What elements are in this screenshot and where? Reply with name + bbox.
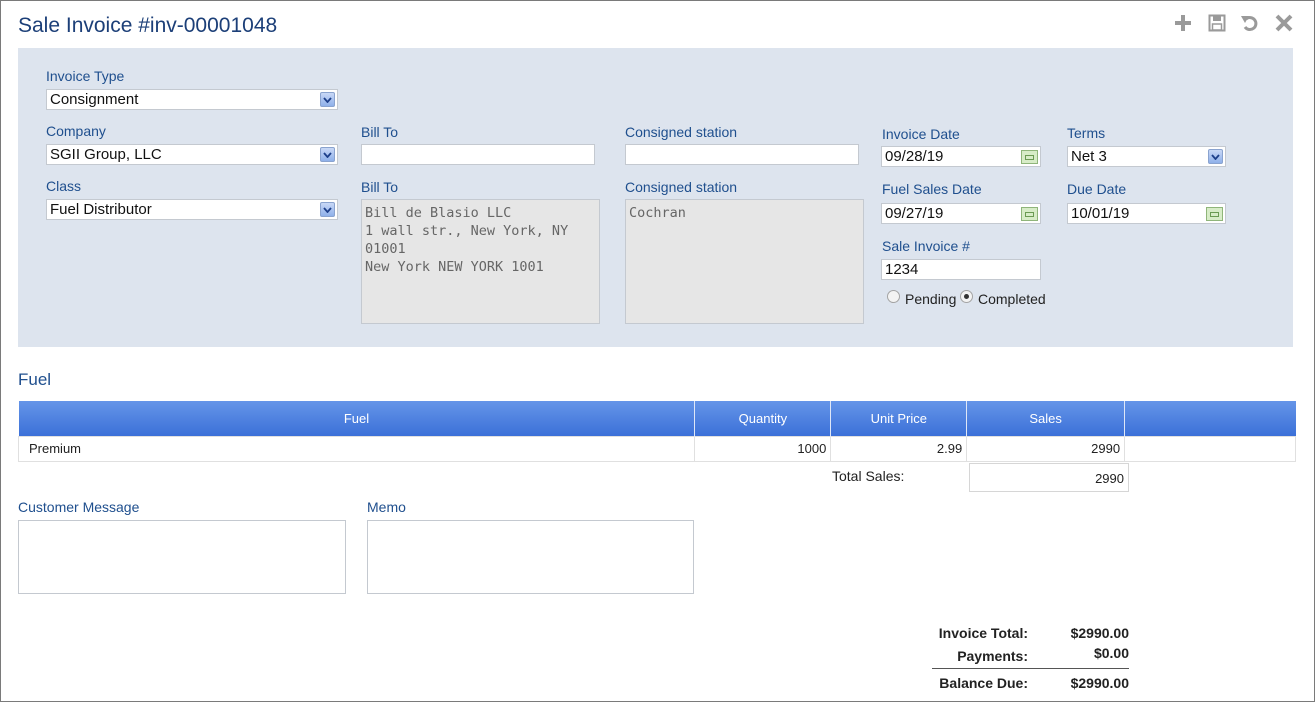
consigned-station-input[interactable] bbox=[625, 144, 859, 165]
invoice-date-value: 09/28/19 bbox=[885, 148, 944, 165]
company-value: SGII Group, LLC bbox=[50, 146, 162, 163]
pending-label: Pending bbox=[905, 291, 957, 307]
cell-quantity[interactable]: 1000 bbox=[694, 435, 832, 462]
company-label: Company bbox=[46, 123, 106, 139]
class-value: Fuel Distributor bbox=[50, 201, 152, 218]
totals-divider bbox=[932, 668, 1129, 669]
payments-label: Payments: bbox=[957, 648, 1028, 664]
fuel-sales-date-input[interactable]: 09/27/19 bbox=[881, 203, 1041, 224]
calendar-icon[interactable] bbox=[1021, 150, 1038, 164]
balance-due-label: Balance Due: bbox=[939, 675, 1028, 691]
total-sales-value: 2990 bbox=[969, 463, 1129, 492]
due-date-value: 10/01/19 bbox=[1071, 205, 1130, 222]
class-select[interactable]: Fuel Distributor bbox=[46, 199, 338, 220]
memo-textarea[interactable] bbox=[367, 520, 694, 594]
consigned-station-text-label: Consigned station bbox=[625, 179, 738, 195]
cell-fuel[interactable]: Premium bbox=[17, 435, 696, 462]
payments-value: $0.00 bbox=[1093, 645, 1129, 661]
fuel-sales-date-label: Fuel Sales Date bbox=[882, 181, 982, 197]
calendar-icon[interactable] bbox=[1206, 207, 1223, 221]
completed-radio[interactable] bbox=[960, 290, 973, 303]
completed-label: Completed bbox=[978, 291, 1046, 307]
column-header-unit-price[interactable]: Unit Price bbox=[830, 401, 968, 436]
invoice-date-label: Invoice Date bbox=[882, 126, 960, 142]
chevron-down-icon[interactable] bbox=[320, 92, 335, 107]
terms-select[interactable]: Net 3 bbox=[1067, 146, 1226, 167]
sale-invoice-number-label: Sale Invoice # bbox=[882, 238, 970, 254]
consigned-station-text: Cochran bbox=[625, 199, 864, 324]
chevron-down-icon[interactable] bbox=[320, 147, 335, 162]
invoice-total-label: Invoice Total: bbox=[938, 625, 1028, 641]
save-icon[interactable] bbox=[1205, 11, 1229, 35]
sale-invoice-number-input[interactable]: 1234 bbox=[881, 259, 1041, 280]
undo-icon[interactable] bbox=[1238, 11, 1262, 35]
invoice-type-select[interactable]: Consignment bbox=[46, 89, 338, 110]
customer-message-label: Customer Message bbox=[18, 499, 140, 515]
bill-to-input[interactable] bbox=[361, 144, 595, 165]
chevron-down-icon[interactable] bbox=[320, 202, 335, 217]
fuel-section-title: Fuel bbox=[18, 370, 52, 389]
balance-due-value: $2990.00 bbox=[1070, 675, 1129, 691]
due-date-label: Due Date bbox=[1067, 181, 1127, 197]
cell-unit-price[interactable]: 2.99 bbox=[830, 435, 968, 462]
chevron-down-icon[interactable] bbox=[1208, 149, 1223, 164]
consigned-station-label: Consigned station bbox=[625, 124, 738, 140]
table-row[interactable]: Premium 1000 2.99 2990 bbox=[17, 435, 1296, 462]
customer-message-textarea[interactable] bbox=[18, 520, 346, 594]
fuel-table: Fuel Quantity Unit Price Sales Premium 1… bbox=[17, 401, 1296, 462]
plus-icon[interactable] bbox=[1171, 11, 1195, 35]
company-select[interactable]: SGII Group, LLC bbox=[46, 144, 338, 165]
terms-label: Terms bbox=[1067, 125, 1106, 141]
cell-blank bbox=[1124, 435, 1296, 462]
memo-label: Memo bbox=[367, 499, 406, 515]
calendar-icon[interactable] bbox=[1021, 207, 1038, 221]
column-header-fuel[interactable]: Fuel bbox=[18, 401, 696, 436]
fuel-table-header: Fuel Quantity Unit Price Sales bbox=[18, 401, 1296, 436]
bill-to-label: Bill To bbox=[361, 124, 399, 140]
invoice-date-input[interactable]: 09/28/19 bbox=[881, 146, 1041, 167]
sale-invoice-window: Sale Invoice #inv-00001048 Invoice Type … bbox=[0, 0, 1315, 702]
bill-to-address-label: Bill To bbox=[361, 179, 399, 195]
page-title: Sale Invoice #inv-00001048 bbox=[18, 14, 278, 37]
invoice-type-label: Invoice Type bbox=[46, 68, 125, 84]
total-sales-label: Total Sales: bbox=[832, 468, 905, 484]
class-label: Class bbox=[46, 178, 82, 194]
due-date-input[interactable]: 10/01/19 bbox=[1067, 203, 1226, 224]
cell-sales[interactable]: 2990 bbox=[966, 435, 1126, 462]
pending-radio[interactable] bbox=[887, 290, 900, 303]
invoice-type-value: Consignment bbox=[50, 91, 139, 108]
bill-to-address: Bill de Blasio LLC 1 wall str., New York… bbox=[361, 199, 600, 324]
column-header-quantity[interactable]: Quantity bbox=[694, 401, 832, 436]
close-icon[interactable] bbox=[1272, 11, 1296, 35]
column-header-blank bbox=[1124, 401, 1296, 436]
invoice-total-value: $2990.00 bbox=[1070, 625, 1129, 641]
column-header-sales[interactable]: Sales bbox=[966, 401, 1126, 436]
terms-value: Net 3 bbox=[1071, 148, 1107, 165]
fuel-sales-date-value: 09/27/19 bbox=[885, 205, 944, 222]
